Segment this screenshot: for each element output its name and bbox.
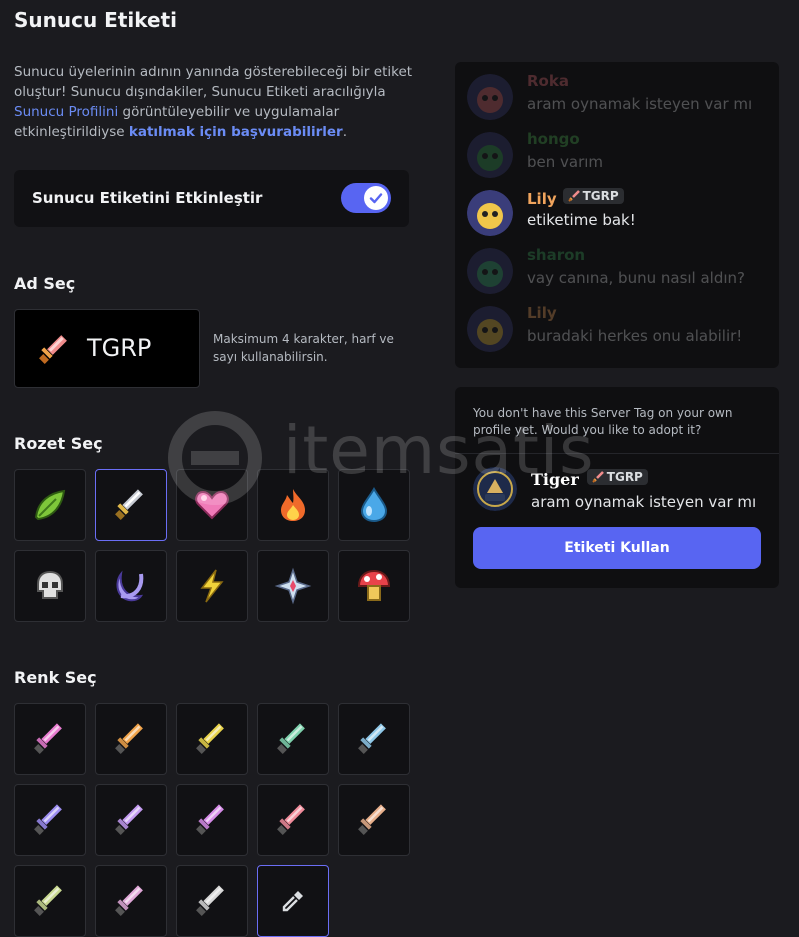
badge-leaf[interactable] [14,469,86,541]
chat-preview: Roka aram oynamak isteyen var mı hongo ben … [455,62,779,368]
server-profile-link[interactable]: Sunucu Profilini [14,104,118,120]
badge-section-heading: Rozet Seç [14,434,103,453]
chat-message: Roka aram oynamak isteyen var mı [467,72,767,126]
chat-text: vay canına, bunu nasıl aldın? [527,269,746,287]
color-swatch[interactable] [338,703,410,775]
sword-icon [115,489,143,520]
avatar [467,74,513,120]
page-description: Sunucu üyelerinin adının yanında göstere… [14,64,413,140]
color-swatch[interactable] [176,784,248,856]
tag-name-input[interactable]: TGRP [14,309,200,388]
adopt-tag-card: You don't have this Server Tag on your o… [455,387,779,588]
enable-tag-toggle[interactable] [341,183,391,213]
avatar [473,467,517,511]
sword-icon [115,804,143,835]
sword-icon [34,885,62,916]
custom-color-button[interactable] [257,865,329,937]
enable-tag-label: Sunucu Etiketini Etkinleştir [32,189,263,207]
avatar [467,306,513,352]
sword-icon [115,723,143,754]
avatar [467,248,513,294]
color-section-heading: Renk Seç [14,668,97,687]
chat-username: Roka [527,72,569,90]
mushroom-icon [357,569,391,601]
badge-sparkle[interactable] [257,550,329,622]
color-swatch[interactable] [338,784,410,856]
sword-icon [34,723,62,754]
chat-username: Lily TGRP [527,188,624,208]
enable-tag-row: Sunucu Etiketini Etkinleştir [14,170,409,227]
badge-mushroom[interactable] [338,550,410,622]
badge-sword[interactable] [95,469,167,541]
sword-icon [196,723,224,754]
lightning-icon [200,569,224,603]
color-swatch[interactable] [95,865,167,937]
adopt-username: Tiger TGRP [531,469,648,489]
sword-icon [34,804,62,835]
sword-icon [196,804,224,835]
color-swatch[interactable] [14,703,86,775]
tag-name-value: TGRP [87,334,152,362]
tag-chip: TGRP [586,469,648,485]
sword-icon [567,190,580,202]
skull-icon [37,570,63,599]
color-swatch[interactable] [95,703,167,775]
color-swatch[interactable] [95,784,167,856]
badge-water-drop[interactable] [338,469,410,541]
chat-message: hongo ben varım [467,130,767,184]
tag-chip: TGRP [562,188,624,204]
sparkle-icon [274,567,312,605]
sword-icon [592,471,604,483]
color-swatch[interactable] [176,703,248,775]
leaf-icon [34,489,66,521]
checkmark-icon [369,193,383,204]
chat-username: sharon [527,246,586,264]
sword-icon [277,804,305,835]
tag-name-hint: Maksimum 4 karakter, harf ve sayı kullan… [213,332,394,364]
heart-icon [195,490,229,520]
chat-message: Lily TGRP etiketime bak! [467,188,767,242]
apply-to-join-link[interactable]: katılmak için başvurabilirler [129,124,343,140]
adopt-question: You don't have this Server Tag on your o… [473,406,733,437]
adopt-tag-button[interactable]: Etiketi Kullan [473,527,761,569]
eyedropper-icon [282,891,303,912]
tiger-logo-icon [473,467,517,511]
avatar [467,190,513,236]
color-swatch[interactable] [14,784,86,856]
chat-username: Lily [527,304,557,322]
sword-icon [115,885,143,916]
badge-moon[interactable] [95,550,167,622]
chat-text: buradaki herkes onu alabilir! [527,327,743,345]
sword-icon [358,804,386,835]
chat-text: ben varım [527,153,604,171]
chat-message: sharon vay canına, bunu nasıl aldın? [467,246,767,300]
avatar [467,132,513,178]
adopt-message: aram oynamak isteyen var mı [531,493,757,511]
sword-icon [196,885,224,916]
chat-text: aram oynamak isteyen var mı [527,95,753,113]
chat-message: Lily buradaki herkes onu alabilir! [467,304,767,358]
badge-fire[interactable] [257,469,329,541]
water-drop-icon [360,487,388,523]
color-swatch[interactable] [176,865,248,937]
color-swatch[interactable] [257,784,329,856]
moon-icon [116,570,144,602]
badge-skull[interactable] [14,550,86,622]
sword-icon [358,723,386,754]
divider [455,453,779,454]
color-swatch[interactable] [257,703,329,775]
badge-heart[interactable] [176,469,248,541]
toggle-knob [364,186,388,210]
color-swatch[interactable] [14,865,86,937]
fire-icon [281,489,305,521]
badge-grid [14,469,410,622]
badge-lightning[interactable] [176,550,248,622]
chat-text: etiketime bak! [527,211,636,229]
page-title: Sunucu Etiketi [14,8,177,32]
name-section-heading: Ad Seç [14,274,76,293]
chat-username: hongo [527,130,580,148]
sword-icon [277,723,305,754]
color-grid [14,703,410,937]
sword-icon [39,335,67,364]
